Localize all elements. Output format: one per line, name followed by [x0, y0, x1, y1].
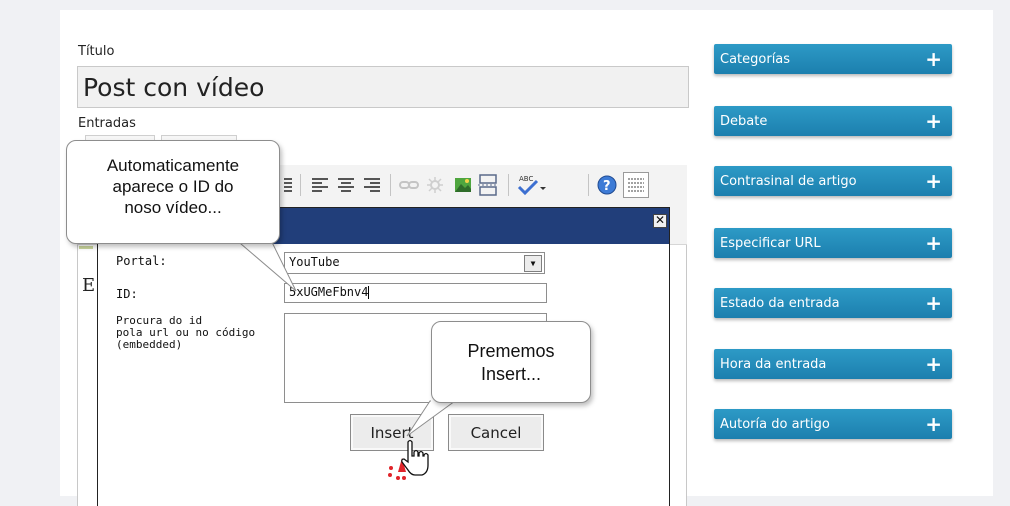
- entries-label: Entradas: [78, 116, 136, 131]
- kitchen-sink-icon[interactable]: [623, 172, 649, 198]
- hand-cursor-icon: [388, 439, 429, 480]
- help-icon[interactable]: ?: [596, 174, 618, 196]
- editor-marker: [79, 246, 93, 249]
- align-center-icon[interactable]: [336, 176, 356, 194]
- chevron-down-icon[interactable]: ▼: [524, 255, 542, 272]
- id-label: ID:: [116, 287, 138, 301]
- sidebar-item-label: Debate: [720, 113, 768, 129]
- more-icon[interactable]: [476, 172, 500, 198]
- plus-icon[interactable]: +: [925, 414, 942, 434]
- video-id-input[interactable]: 5xUGMeFbnv4: [284, 283, 547, 303]
- plus-icon[interactable]: +: [925, 354, 942, 374]
- link-icon[interactable]: [398, 176, 420, 194]
- close-icon[interactable]: ✕: [653, 214, 667, 228]
- image-icon[interactable]: [452, 174, 474, 196]
- svg-text:?: ?: [603, 179, 611, 194]
- svg-text:ABC: ABC: [519, 175, 533, 183]
- plus-icon[interactable]: +: [925, 171, 942, 191]
- sidebar-item-hora[interactable]: Hora da entrada +: [714, 349, 952, 379]
- sidebar-item-contrasinal[interactable]: Contrasinal de artigo +: [714, 166, 952, 196]
- unlink-icon[interactable]: [424, 174, 446, 196]
- align-justify-partial-icon[interactable]: [283, 176, 293, 194]
- sidebar-item-label: Autoría do artigo: [720, 416, 830, 432]
- plus-icon[interactable]: +: [925, 111, 942, 131]
- callout-pointer-insert: [406, 400, 457, 437]
- sidebar-item-especificar-url[interactable]: Especificar URL +: [714, 228, 952, 258]
- search-url-label: Procura do id pola url ou no código (emb…: [116, 314, 256, 351]
- sidebar-item-estado[interactable]: Estado da entrada +: [714, 288, 952, 318]
- sidebar-item-label: Contrasinal de artigo: [720, 173, 857, 189]
- sidebar-item-categorias[interactable]: Categorías +: [714, 44, 952, 74]
- editor-text-fragment: E: [82, 275, 96, 296]
- title-label: Título: [78, 44, 115, 59]
- align-left-icon[interactable]: [310, 176, 330, 194]
- portal-label: Portal:: [116, 254, 167, 268]
- callout-id-hint: Automaticamente aparece o ID do noso víd…: [66, 140, 280, 244]
- sidebar-item-label: Hora da entrada: [720, 356, 827, 372]
- video-id-value: 5xUGMeFbnv4: [289, 285, 369, 299]
- sidebar-item-label: Categorías: [720, 51, 791, 67]
- plus-icon[interactable]: +: [925, 233, 942, 253]
- sidebar-item-label: Especificar URL: [720, 235, 821, 251]
- sidebar-item-autoria[interactable]: Autoría do artigo +: [714, 409, 952, 439]
- callout-insert-hint: Prememos Insert...: [431, 321, 591, 403]
- plus-icon[interactable]: +: [925, 293, 942, 313]
- sidebar-item-label: Estado da entrada: [720, 295, 840, 311]
- spellcheck-icon[interactable]: ABC: [514, 172, 548, 198]
- plus-icon[interactable]: +: [925, 49, 942, 69]
- portal-select[interactable]: YouTube ▼: [284, 252, 545, 274]
- post-title-input[interactable]: Post con vídeo: [77, 66, 689, 108]
- sidebar-item-debate[interactable]: Debate +: [714, 106, 952, 136]
- align-right-icon[interactable]: [362, 176, 382, 194]
